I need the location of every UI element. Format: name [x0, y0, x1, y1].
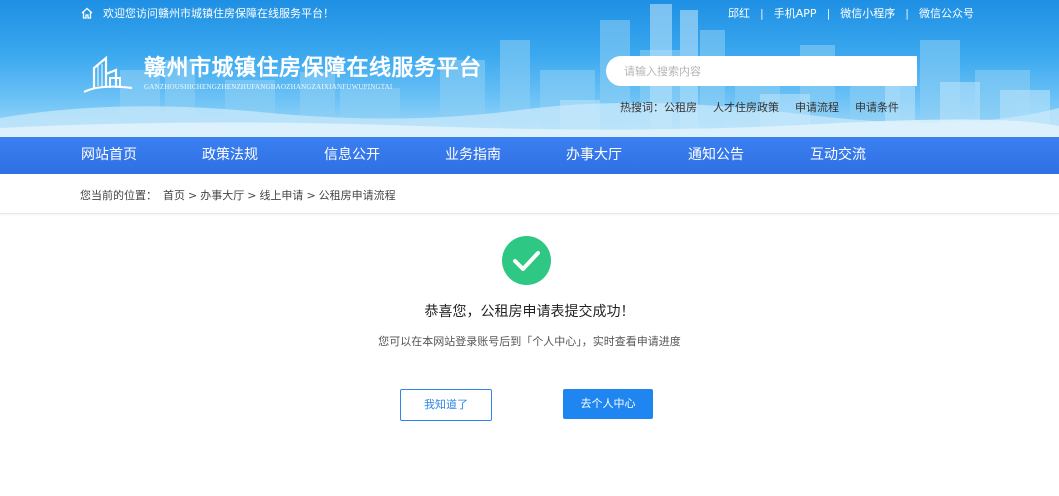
success-description: 您可以在本网站登录账号后到「个人中心」，实时查看申请进度	[378, 335, 681, 348]
breadcrumb-separator: >	[188, 188, 198, 202]
check-circle-icon	[502, 236, 551, 285]
hotword-item[interactable]: 申请条件	[855, 99, 899, 115]
acknowledge-button[interactable]: 我知道了	[400, 389, 492, 421]
breadcrumb-item-current[interactable]: 公租房申请流程	[319, 187, 396, 203]
breadcrumb-item-service-hall[interactable]: 办事大厅	[200, 187, 244, 203]
hot-search-words: 热搜词： 公租房 人才住房政策 申请流程 申请条件	[620, 99, 915, 115]
top-links: 邱红 | 手机APP | 微信小程序 | 微信公众号	[728, 5, 974, 21]
breadcrumb-item-home[interactable]: 首页	[163, 187, 185, 203]
divider: |	[760, 6, 764, 20]
hotword-item[interactable]: 申请流程	[795, 99, 839, 115]
hotwords-label: 热搜词：	[620, 101, 664, 114]
breadcrumb-prefix: 您当前的位置：	[80, 189, 157, 202]
nav-item-policy[interactable]: 政策法规	[202, 137, 258, 174]
nav-item-interaction[interactable]: 互动交流	[810, 137, 866, 174]
breadcrumb-item-online-apply[interactable]: 线上申请	[259, 187, 303, 203]
search-input[interactable]	[624, 64, 917, 78]
divider: |	[905, 6, 909, 20]
go-personal-center-button[interactable]: 去个人中心	[563, 389, 653, 419]
mobile-app-link[interactable]: 手机APP	[774, 5, 817, 21]
breadcrumb: 您当前的位置： 首页 > 办事大厅 > 线上申请 > 公租房申请流程	[80, 187, 396, 203]
main-nav: 网站首页 政策法规 信息公开 业务指南 办事大厅 通知公告 互动交流	[0, 137, 1059, 174]
hotword-item[interactable]: 人才住房政策	[713, 99, 779, 115]
nav-item-home[interactable]: 网站首页	[81, 137, 137, 174]
nav-item-notices[interactable]: 通知公告	[688, 137, 744, 174]
success-title: 恭喜您，公租房申请表提交成功！	[424, 304, 635, 320]
logo-subtitle: GANZHOUSHICHENGZHENZHUFANGBAOZHANGZAIXIA…	[144, 83, 393, 91]
nav-item-disclosure[interactable]: 信息公开	[324, 137, 380, 174]
search-box	[606, 56, 917, 86]
header-banner: 欢迎您访问赣州市城镇住房保障在线服务平台！ 邱红 | 手机APP | 微信小程序…	[0, 0, 1059, 137]
hotword-item[interactable]: 公租房	[664, 99, 697, 115]
user-name-link[interactable]: 邱红	[728, 5, 750, 21]
site-logo[interactable]: 赣州市城镇住房保障在线服务平台 GANZHOUSHICHENGZHENZHUFA…	[80, 54, 482, 96]
home-icon[interactable]	[80, 6, 94, 20]
welcome-text: 欢迎您访问赣州市城镇住房保障在线服务平台！	[103, 7, 334, 20]
breadcrumb-bar: 您当前的位置： 首页 > 办事大厅 > 线上申请 > 公租房申请流程	[0, 174, 1059, 214]
nav-item-guide[interactable]: 业务指南	[445, 137, 501, 174]
logo-title: 赣州市城镇住房保障在线服务平台	[144, 55, 482, 81]
nav-item-service-hall[interactable]: 办事大厅	[566, 137, 622, 174]
logo-building-icon	[83, 55, 133, 93]
welcome-bar: 欢迎您访问赣州市城镇住房保障在线服务平台！	[80, 5, 334, 21]
divider: |	[826, 6, 831, 20]
breadcrumb-separator: >	[306, 188, 316, 202]
wechat-miniprogram-link[interactable]: 微信小程序	[840, 5, 895, 21]
breadcrumb-separator: >	[247, 188, 257, 202]
wechat-official-account-link[interactable]: 微信公众号	[919, 5, 974, 21]
